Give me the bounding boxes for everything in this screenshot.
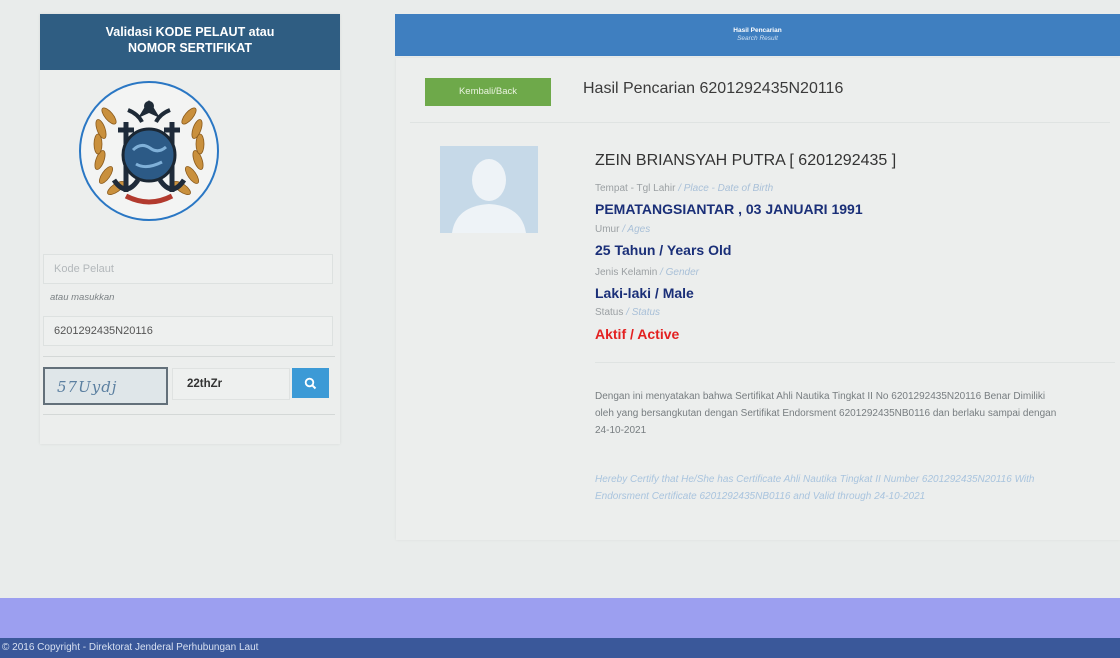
search-icon	[304, 377, 317, 389]
age-value: 25 Tahun / Years Old	[595, 242, 732, 258]
captcha-input[interactable]: 22thZr	[172, 368, 290, 400]
back-button[interactable]: Kembali/Back	[425, 78, 551, 106]
age-label-text: Umur	[595, 224, 620, 235]
birth-label: Tempat - Tgl Lahir / Place - Date of Bir…	[595, 183, 773, 194]
validation-panel-header: Validasi KODE PELAUT atau NOMOR SERTIFIK…	[40, 14, 340, 70]
or-enter-label: atau masukkan	[50, 292, 115, 303]
captcha-image: 57Uydj	[43, 367, 168, 405]
birth-value: PEMATANGSIANTAR , 03 JANUARI 1991	[595, 201, 863, 217]
gender-label-text: Jenis Kelamin	[595, 267, 658, 278]
validation-title-line2: NOMOR SERTIFIKAT	[127, 41, 253, 55]
avatar	[440, 146, 538, 233]
footer-band	[0, 598, 1120, 638]
gender-value: Laki-laki / Male	[595, 285, 694, 301]
divider	[595, 362, 1115, 363]
search-result-header-title: Hasil Pencarian	[733, 27, 782, 34]
certificate-statement: Dengan ini menyatakan bahwa Sertifikat A…	[595, 391, 1057, 436]
status-value: Aktif / Active	[595, 326, 680, 342]
status-label-en: / Status	[626, 307, 661, 318]
search-button[interactable]	[292, 368, 329, 398]
maritime-emblem-logo	[79, 81, 219, 221]
kode-pelaut-input[interactable]: Kode Pelaut	[43, 254, 333, 284]
search-result-header: Hasil Pencarian Search Result	[395, 14, 1120, 56]
result-panel	[396, 58, 1120, 540]
age-label: Umur / Ages	[595, 224, 650, 235]
search-result-header-subtitle: Search Result	[737, 35, 778, 42]
person-silhouette-icon	[440, 146, 538, 233]
seafarer-name: ZEIN BRIANSYAH PUTRA [ 6201292435 ]	[595, 152, 897, 169]
validation-title-line1: Validasi KODE PELAUT atau	[105, 25, 275, 39]
divider	[43, 356, 335, 357]
gender-label-en: / Gender	[660, 267, 699, 278]
certificate-number-input[interactable]: 6201292435N20116	[43, 316, 333, 346]
birth-label-en: / Place - Date of Birth	[678, 183, 774, 194]
divider	[43, 414, 335, 415]
age-label-en: / Ages	[622, 224, 651, 235]
divider	[410, 122, 1110, 123]
footer-copyright: © 2016 Copyright - Direktorat Jenderal P…	[0, 638, 1120, 658]
status-label: Status / Status	[595, 307, 660, 318]
certificate-statement-en: Hereby Certify that He/She has Certifica…	[595, 474, 1035, 502]
status-label-text: Status	[595, 307, 624, 318]
gender-label: Jenis Kelamin / Gender	[595, 267, 699, 278]
birth-label-text: Tempat - Tgl Lahir	[595, 183, 676, 194]
result-title: Hasil Pencarian 6201292435N20116	[583, 80, 844, 97]
